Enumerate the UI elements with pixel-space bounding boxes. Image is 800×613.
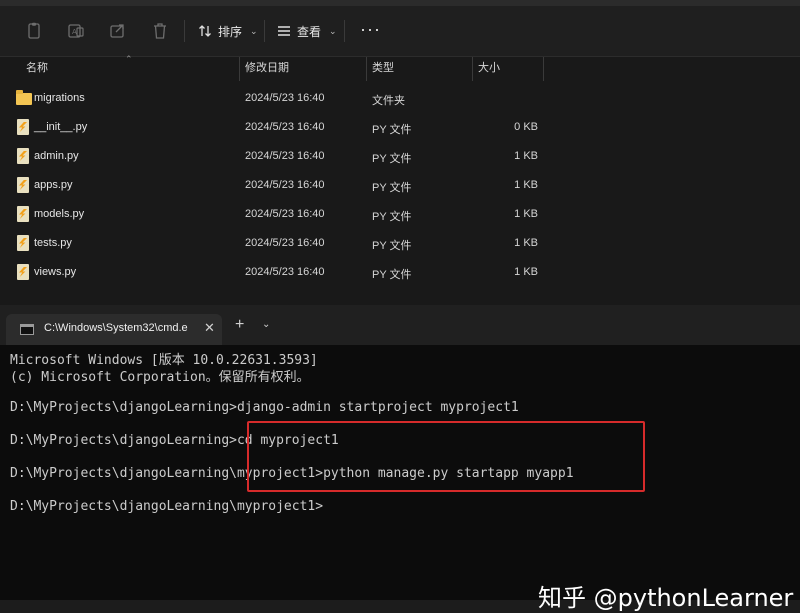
copy-icon[interactable]: A: [66, 21, 86, 41]
column-divider[interactable]: [366, 57, 367, 81]
file-size: 0 KB: [514, 121, 538, 133]
cut-icon[interactable]: [24, 21, 44, 41]
file-size: 1 KB: [514, 237, 538, 249]
file-type: PY 文件: [372, 124, 412, 136]
file-modified: 2024/5/23 16:40: [245, 237, 325, 249]
file-name: __init__.py: [34, 121, 88, 133]
python-file-icon: [17, 235, 29, 251]
sort-button[interactable]: 排序 ⌄: [198, 19, 258, 43]
svg-text:A: A: [72, 28, 77, 36]
file-type: PY 文件: [372, 240, 412, 252]
file-size: 1 KB: [514, 208, 538, 220]
file-list: migrations 2024/5/23 16:40 文件夹 __init__.…: [0, 84, 800, 287]
file-row-admin[interactable]: admin.py 2024/5/23 16:40 PY 文件 1 KB: [0, 142, 800, 171]
toolbar-separator: [184, 20, 185, 42]
file-name: apps.py: [34, 179, 73, 191]
console-line: D:\MyProjects\djangoLearning\myproject1>: [10, 499, 324, 514]
sort-icon: [199, 25, 211, 37]
toolbar-separator: [264, 20, 265, 42]
file-modified: 2024/5/23 16:40: [245, 150, 325, 162]
file-size: 1 KB: [514, 150, 538, 162]
column-header: ⌃ 名称 修改日期 类型 大小: [0, 54, 800, 81]
file-row-models[interactable]: models.py 2024/5/23 16:40 PY 文件 1 KB: [0, 200, 800, 229]
file-row-init[interactable]: __init__.py 2024/5/23 16:40 PY 文件 0 KB: [0, 113, 800, 142]
chevron-down-icon: ⌄: [250, 25, 258, 36]
file-type: PY 文件: [372, 153, 412, 165]
file-type: 文件夹: [372, 95, 405, 107]
new-tab-button[interactable]: +: [235, 316, 244, 334]
file-row-migrations[interactable]: migrations 2024/5/23 16:40 文件夹: [0, 84, 800, 113]
share-icon[interactable]: [108, 21, 128, 41]
console-line: D:\MyProjects\djangoLearning>django-admi…: [10, 400, 519, 415]
toolbar-separator: [344, 20, 345, 42]
column-divider[interactable]: [543, 57, 544, 81]
column-divider[interactable]: [239, 57, 240, 81]
file-name: views.py: [34, 266, 77, 278]
file-row-apps[interactable]: apps.py 2024/5/23 16:40 PY 文件 1 KB: [0, 171, 800, 200]
python-file-icon: [17, 177, 29, 193]
file-modified: 2024/5/23 16:40: [245, 266, 325, 278]
chevron-down-icon: ⌄: [329, 25, 337, 36]
view-button[interactable]: 查看 ⌄: [277, 19, 337, 43]
file-modified: 2024/5/23 16:40: [245, 208, 325, 220]
column-name[interactable]: 名称: [26, 57, 48, 81]
file-modified: 2024/5/23 16:40: [245, 179, 325, 191]
file-name: admin.py: [34, 150, 79, 162]
column-divider[interactable]: [472, 57, 473, 81]
column-size[interactable]: 大小: [478, 57, 500, 81]
file-explorer: A 排序 ⌄ 查看 ⌄ ··· ⌃ 名称 修改日期 类型 大小 migratio…: [0, 0, 800, 305]
watermark: 知乎 @pythonLearner: [538, 584, 794, 612]
file-name: migrations: [34, 92, 85, 104]
file-row-views[interactable]: views.py 2024/5/23 16:40 PY 文件 1 KB: [0, 258, 800, 287]
more-options-button[interactable]: ···: [360, 20, 381, 38]
terminal-tab-bar: C:\Windows\System32\cmd.e ✕ + ⌄: [0, 305, 800, 345]
python-file-icon: [17, 119, 29, 135]
file-type: PY 文件: [372, 182, 412, 194]
column-modified[interactable]: 修改日期: [245, 57, 289, 81]
file-row-tests[interactable]: tests.py 2024/5/23 16:40 PY 文件 1 KB: [0, 229, 800, 258]
folder-icon: [16, 90, 32, 105]
view-label: 查看: [297, 24, 322, 39]
command-bar: A 排序 ⌄ 查看 ⌄ ···: [0, 6, 800, 57]
chevron-down-icon[interactable]: ⌄: [262, 319, 270, 330]
close-tab-icon[interactable]: ✕: [204, 320, 215, 336]
highlight-annotation-box: [247, 421, 645, 492]
file-type: PY 文件: [372, 211, 412, 223]
file-size: 1 KB: [514, 266, 538, 278]
file-modified: 2024/5/23 16:40: [245, 121, 325, 133]
console-line: (c) Microsoft Corporation。保留所有权利。: [10, 370, 310, 385]
python-file-icon: [17, 264, 29, 280]
file-name: tests.py: [34, 237, 72, 249]
sort-label: 排序: [218, 24, 243, 39]
terminal-tab[interactable]: C:\Windows\System32\cmd.e ✕: [6, 314, 222, 345]
column-type[interactable]: 类型: [372, 57, 394, 81]
delete-icon[interactable]: [150, 21, 170, 41]
sort-indicator-icon: ⌃: [125, 54, 133, 64]
file-type: PY 文件: [372, 269, 412, 281]
file-modified: 2024/5/23 16:40: [245, 92, 325, 104]
python-file-icon: [17, 206, 29, 222]
file-name: models.py: [34, 208, 85, 220]
file-size: 1 KB: [514, 179, 538, 191]
python-file-icon: [17, 148, 29, 164]
view-list-icon: [278, 26, 290, 36]
cmd-icon: [20, 324, 34, 335]
terminal-tab-title: C:\Windows\System32\cmd.e: [44, 322, 188, 334]
